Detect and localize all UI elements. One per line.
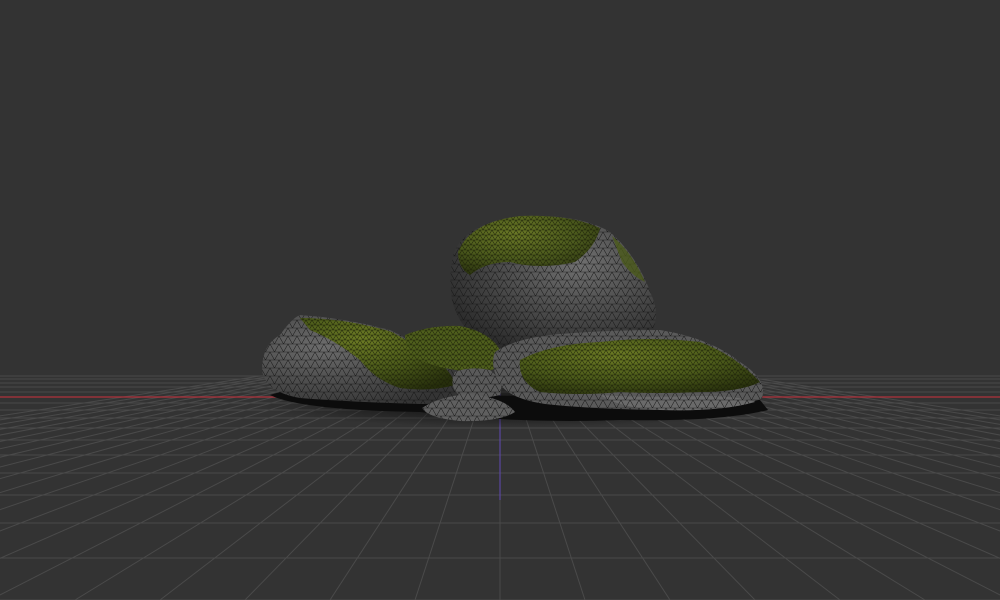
rock-model[interactable] [255, 215, 775, 427]
scene-canvas[interactable] [0, 0, 1000, 600]
3d-viewport[interactable] [0, 0, 1000, 600]
right-rock[interactable] [493, 330, 764, 411]
